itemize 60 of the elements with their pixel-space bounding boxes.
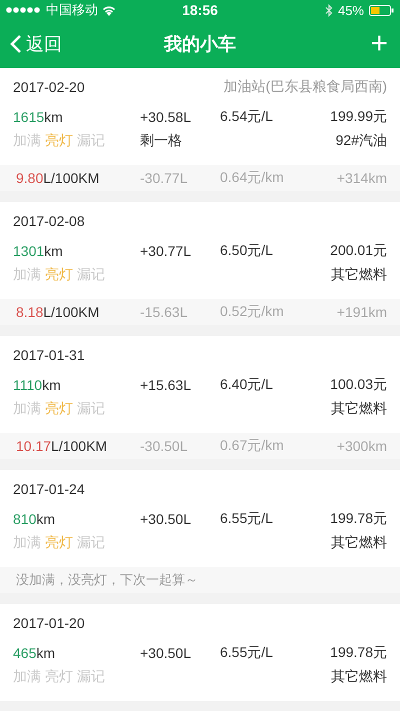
total-cost: 100.03元 bbox=[330, 376, 387, 394]
distance-driven: +300km bbox=[336, 438, 387, 454]
fuel-amount: +30.50L bbox=[140, 511, 192, 527]
fuel-type: 其它燃料 bbox=[331, 668, 387, 686]
wifi-icon bbox=[102, 4, 116, 16]
status-tag: 亮灯 bbox=[45, 400, 73, 418]
page-title: 我的小车 bbox=[164, 34, 236, 54]
cost-per-km: 0.64元/km bbox=[220, 169, 285, 187]
chevron-left-icon bbox=[10, 34, 22, 54]
unit-price: 6.54元/L bbox=[220, 108, 274, 126]
odometer-reading: 1301km bbox=[13, 243, 64, 259]
battery-percent: 45% bbox=[338, 2, 364, 18]
fuel-amount: +30.50L bbox=[140, 645, 192, 661]
cost-per-km: 0.67元/km bbox=[220, 437, 285, 455]
entry-date: 2017-01-24 bbox=[13, 481, 85, 497]
status-tag: 亮灯 bbox=[45, 266, 73, 284]
odometer-reading: 810km bbox=[13, 511, 56, 527]
odometer-reading: 465km bbox=[13, 645, 56, 661]
distance-driven: +314km bbox=[336, 170, 387, 186]
total-cost: 199.78元 bbox=[330, 644, 387, 662]
fuel-amount: +30.77L bbox=[140, 243, 192, 259]
fuel-type: 其它燃料 bbox=[331, 266, 387, 284]
fuel-type: 92#汽油 bbox=[336, 132, 387, 150]
status-tag: 亮灯 bbox=[45, 132, 73, 150]
odometer-reading: 1110km bbox=[13, 377, 62, 393]
fuel-difference: -30.77L bbox=[140, 170, 188, 186]
carrier-name: 中国移动 bbox=[46, 1, 98, 19]
bluetooth-icon bbox=[324, 4, 333, 16]
station-name: 加油站(巴东县粮食局西南) bbox=[224, 78, 387, 96]
fuel-consumption: 8.18L/100KM bbox=[16, 304, 100, 320]
unit-price: 6.55元/L bbox=[220, 644, 274, 662]
cost-per-km: 0.52元/km bbox=[220, 303, 285, 321]
clock-time: 18:56 bbox=[182, 2, 218, 18]
entry-date: 2017-02-20 bbox=[13, 79, 85, 95]
fuel-consumption: 10.17L/100KM bbox=[16, 438, 108, 454]
distance-driven: +191km bbox=[336, 304, 387, 320]
unit-price: 6.55元/L bbox=[220, 510, 274, 528]
signal-icon bbox=[6, 7, 42, 13]
info-message: 没加满，没亮灯，下次一起算～ bbox=[0, 567, 400, 593]
entry-date: 2017-02-08 bbox=[13, 213, 85, 229]
fuel-difference: -15.63L bbox=[140, 304, 188, 320]
status-tag: 亮灯 bbox=[45, 534, 73, 552]
add-button[interactable]: + bbox=[368, 29, 390, 59]
total-cost: 200.01元 bbox=[330, 242, 387, 260]
fuel-difference: -30.50L bbox=[140, 438, 188, 454]
fuel-consumption: 9.80L/100KM bbox=[16, 170, 100, 186]
fuel-amount: +15.63L bbox=[140, 377, 192, 393]
fuel-type: 其它燃料 bbox=[331, 534, 387, 552]
entry-date: 2017-01-20 bbox=[13, 615, 85, 631]
fuel-amount: +30.58L bbox=[140, 109, 192, 125]
unit-price: 6.50元/L bbox=[220, 242, 274, 260]
total-cost: 199.78元 bbox=[330, 510, 387, 528]
unit-price: 6.40元/L bbox=[220, 376, 274, 394]
entry-date: 2017-01-31 bbox=[13, 347, 85, 363]
battery-icon bbox=[369, 4, 394, 16]
fuel-type: 其它燃料 bbox=[331, 400, 387, 418]
odometer-reading: 1615km bbox=[13, 109, 64, 125]
fuel-note: 剩一格 bbox=[140, 132, 183, 150]
back-button[interactable]: 返回 bbox=[10, 32, 62, 56]
total-cost: 199.99元 bbox=[330, 108, 387, 126]
